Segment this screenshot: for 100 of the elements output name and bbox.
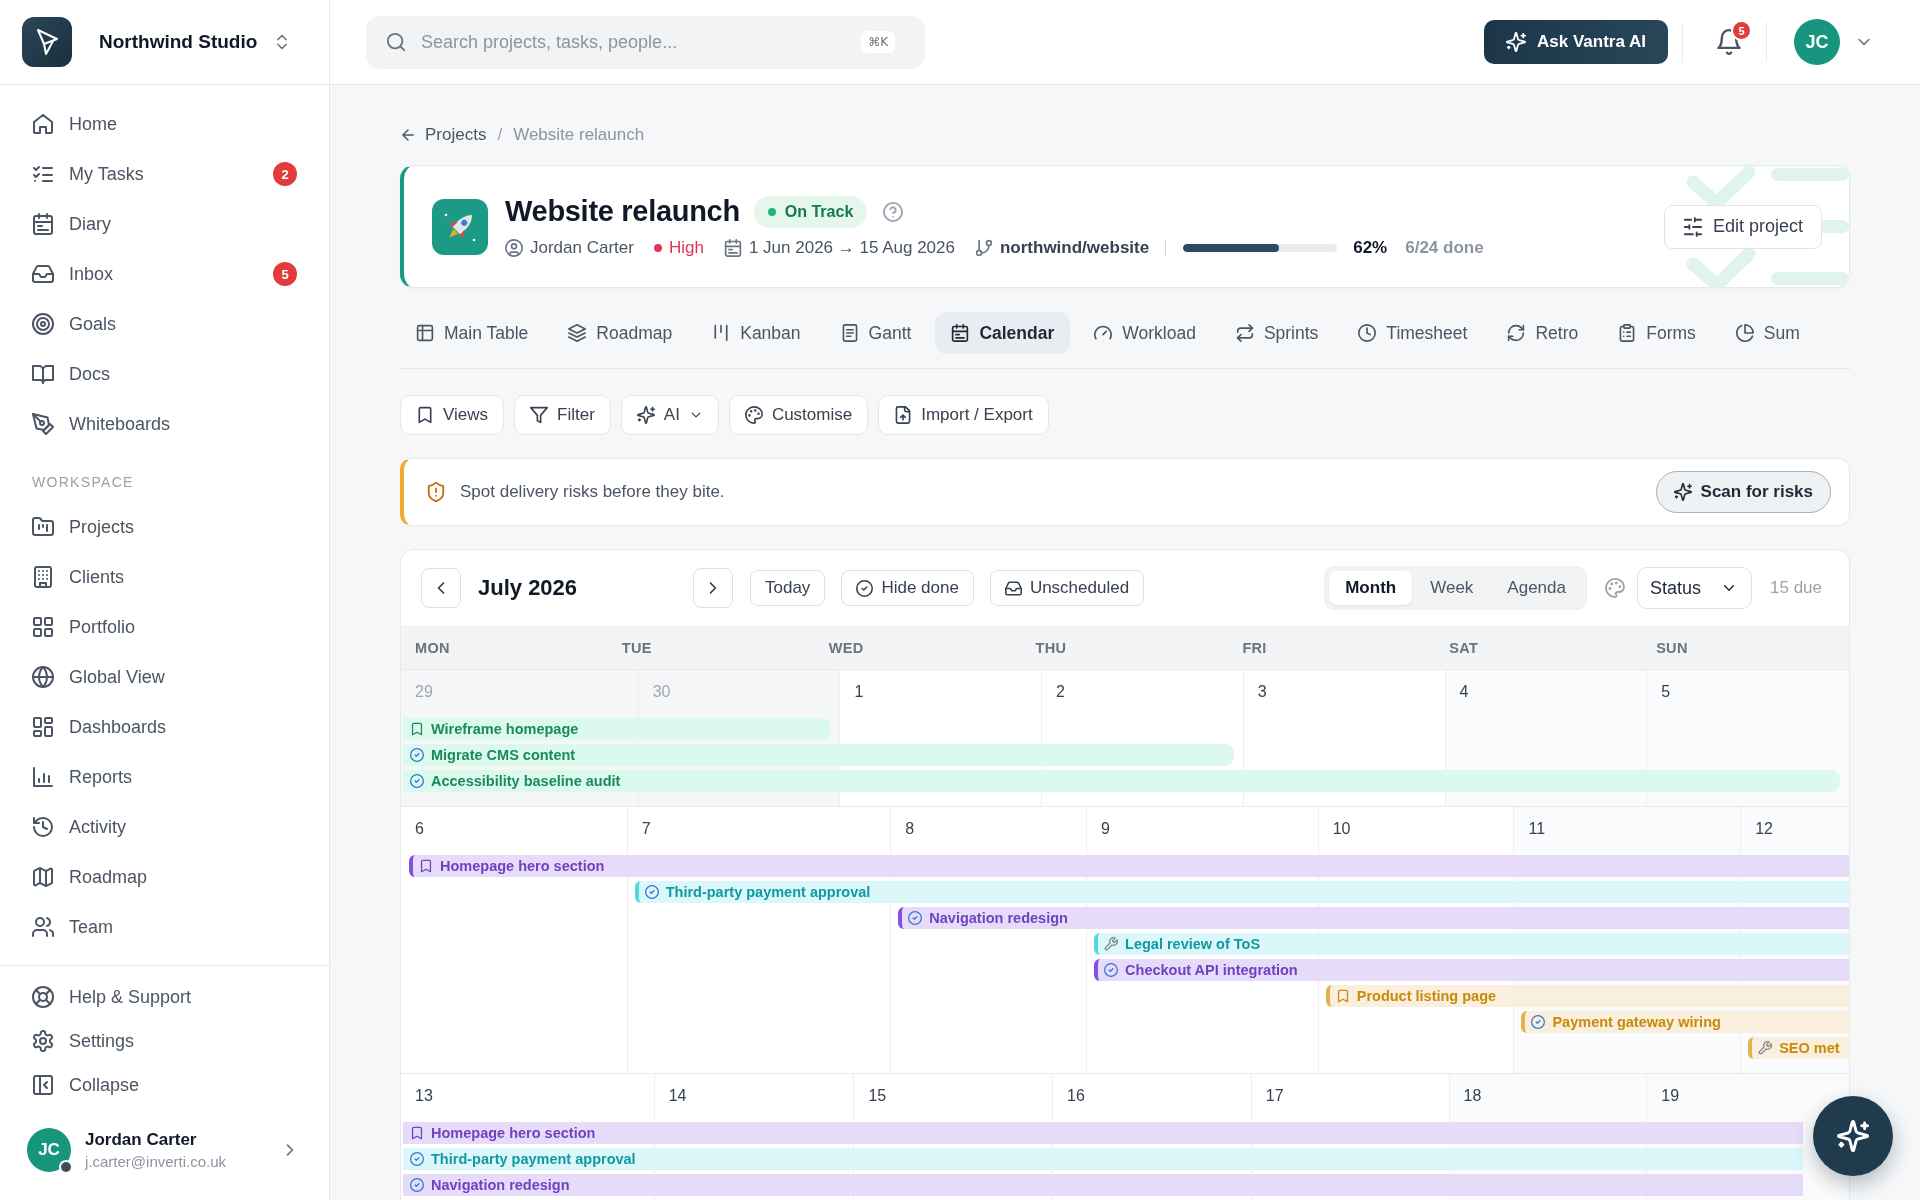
wrench-icon (1104, 937, 1119, 951)
weekday-label: SUN (1656, 640, 1688, 656)
status-dropdown[interactable]: Status (1636, 567, 1752, 609)
nav-item[interactable]: Projects (22, 502, 307, 552)
weekday-label: SAT (1449, 640, 1479, 656)
progress-percent: 62% (1353, 237, 1388, 258)
people-icon (32, 916, 54, 938)
toolbar-button[interactable]: Views (400, 395, 505, 435)
nav-item[interactable]: Dashboards (22, 702, 307, 752)
ai-assistant-button[interactable] (1813, 1096, 1893, 1176)
date-range: 1 Jun 2026 → 15 Aug 2026 (748, 237, 955, 258)
search-input[interactable]: Search projects, tasks, people... (421, 22, 847, 62)
nav-item[interactable]: Goals (22, 299, 307, 349)
view-tab[interactable]: Calendar (935, 312, 1071, 354)
weekday-label: FRI (1242, 640, 1267, 656)
nav-item[interactable]: Reports (22, 752, 307, 802)
day-number: 5 (1661, 682, 1671, 702)
bar-chart-icon (32, 766, 54, 788)
view-tab[interactable]: Roadmap (552, 312, 689, 354)
logo-icon[interactable] (22, 17, 72, 67)
view-tab[interactable]: Retro (1491, 312, 1595, 354)
nav-item[interactable]: Global View (22, 652, 307, 702)
layers-icon (568, 324, 587, 342)
view-tab[interactable]: Kanban (696, 312, 817, 354)
nav-item[interactable]: Roadmap (22, 852, 307, 902)
day-number: 19 (1661, 1086, 1680, 1106)
breadcrumb-current: Website relaunch (513, 125, 645, 145)
view-tab[interactable]: Sprints (1219, 312, 1335, 354)
edit-project-button[interactable]: Edit project (1663, 204, 1822, 249)
breadcrumb-link[interactable]: Projects (425, 125, 487, 145)
weekday-label: WED (828, 640, 864, 656)
day-number: 6 (415, 819, 424, 839)
nav-item[interactable]: Diary (22, 199, 307, 249)
nav-item[interactable]: Activity (22, 802, 307, 852)
view-mode-tab[interactable]: Month (1329, 571, 1413, 605)
workspace-name[interactable]: Northwind Studio (99, 31, 258, 53)
check-circle-icon (410, 1178, 424, 1192)
view-tab[interactable]: Main Table (400, 312, 545, 354)
nav-item[interactable]: Whiteboards (22, 399, 307, 449)
view-tab[interactable]: Workload (1078, 312, 1212, 354)
calendar-event[interactable]: Homepage hero section (403, 1122, 1803, 1144)
weekday-label: MON (415, 640, 450, 656)
nav-item[interactable]: Docs (22, 349, 307, 399)
toolbar-button[interactable]: Customise (728, 395, 869, 435)
calendar-event[interactable]: Migrate CMS content (403, 744, 1234, 766)
repository-link[interactable]: northwind/website (999, 237, 1150, 258)
calendar-icon (32, 213, 54, 235)
day-number: 12 (1755, 819, 1773, 839)
nav-item[interactable]: Home (22, 99, 307, 149)
view-tab[interactable]: Sum (1719, 312, 1816, 354)
filter-icon (530, 406, 549, 424)
nav-item[interactable]: Collapse (22, 1063, 307, 1107)
inbox-icon (32, 263, 54, 285)
search-bar[interactable]: Search projects, tasks, people... ⌘K (366, 15, 925, 69)
count-badge: 5 (273, 262, 297, 286)
day-number: 29 (415, 682, 433, 702)
view-tab[interactable]: Gantt (824, 312, 928, 354)
toolbar-button[interactable]: Import / Export (878, 395, 1049, 435)
palette-icon (744, 406, 763, 424)
hide-done-button[interactable]: Hide done (841, 570, 974, 606)
toolbar-button[interactable]: AI (620, 395, 719, 435)
sparkle-icon (1506, 32, 1526, 52)
nav-item[interactable]: Help & Support (22, 975, 307, 1019)
today-button[interactable]: Today (750, 570, 826, 606)
nav-item[interactable]: My Tasks 2 (22, 149, 307, 199)
pie-chart-icon (1735, 324, 1754, 342)
view-tab[interactable]: Timesheet (1342, 312, 1484, 354)
day-number: 10 (1332, 819, 1351, 839)
view-tab[interactable]: Forms (1602, 312, 1712, 354)
nav-item[interactable]: Settings (22, 1019, 307, 1063)
project-title: Website relaunch (505, 195, 740, 228)
nav-item[interactable]: Team (22, 902, 307, 952)
view-mode-tab[interactable]: Agenda (1491, 571, 1582, 605)
check-circle-icon (410, 1152, 424, 1166)
calendar-event[interactable]: Accessibility baseline audit (403, 770, 1840, 792)
palette-icon[interactable] (1604, 578, 1625, 598)
nav-item[interactable]: Inbox 5 (22, 249, 307, 299)
branch-icon (974, 238, 993, 257)
toolbar-button[interactable]: Filter (514, 395, 611, 435)
folder-icon (32, 516, 54, 538)
calendar-event[interactable]: Checkout API integration (1094, 959, 1849, 981)
unscheduled-button[interactable]: Unscheduled (989, 570, 1145, 606)
calendar-event[interactable]: Homepage hero section (409, 855, 1849, 877)
help-icon[interactable] (883, 201, 904, 222)
grid-icon (32, 616, 54, 638)
day-number: 9 (1101, 819, 1110, 839)
section-label: WORKSPACE (32, 473, 134, 492)
nav-item[interactable]: Clients (22, 552, 307, 602)
scan-risks-button[interactable]: Scan for risks (1655, 471, 1831, 513)
calendar-event[interactable]: Navigation redesign (898, 907, 1849, 929)
search-icon (386, 32, 406, 52)
calendar-event[interactable]: Navigation redesign (403, 1174, 1803, 1196)
user-avatar[interactable]: JC (1794, 19, 1840, 65)
arrow-left-icon[interactable] (400, 127, 416, 143)
check-circle-icon (1531, 1015, 1546, 1029)
view-mode-tab[interactable]: Week (1414, 571, 1490, 605)
calendar-event[interactable]: Wireframe homepage (403, 718, 831, 740)
ask-ai-button[interactable]: Ask Vantra AI (1484, 20, 1668, 64)
nav-item[interactable]: Portfolio (22, 602, 307, 652)
lifebuoy-icon (32, 986, 54, 1008)
